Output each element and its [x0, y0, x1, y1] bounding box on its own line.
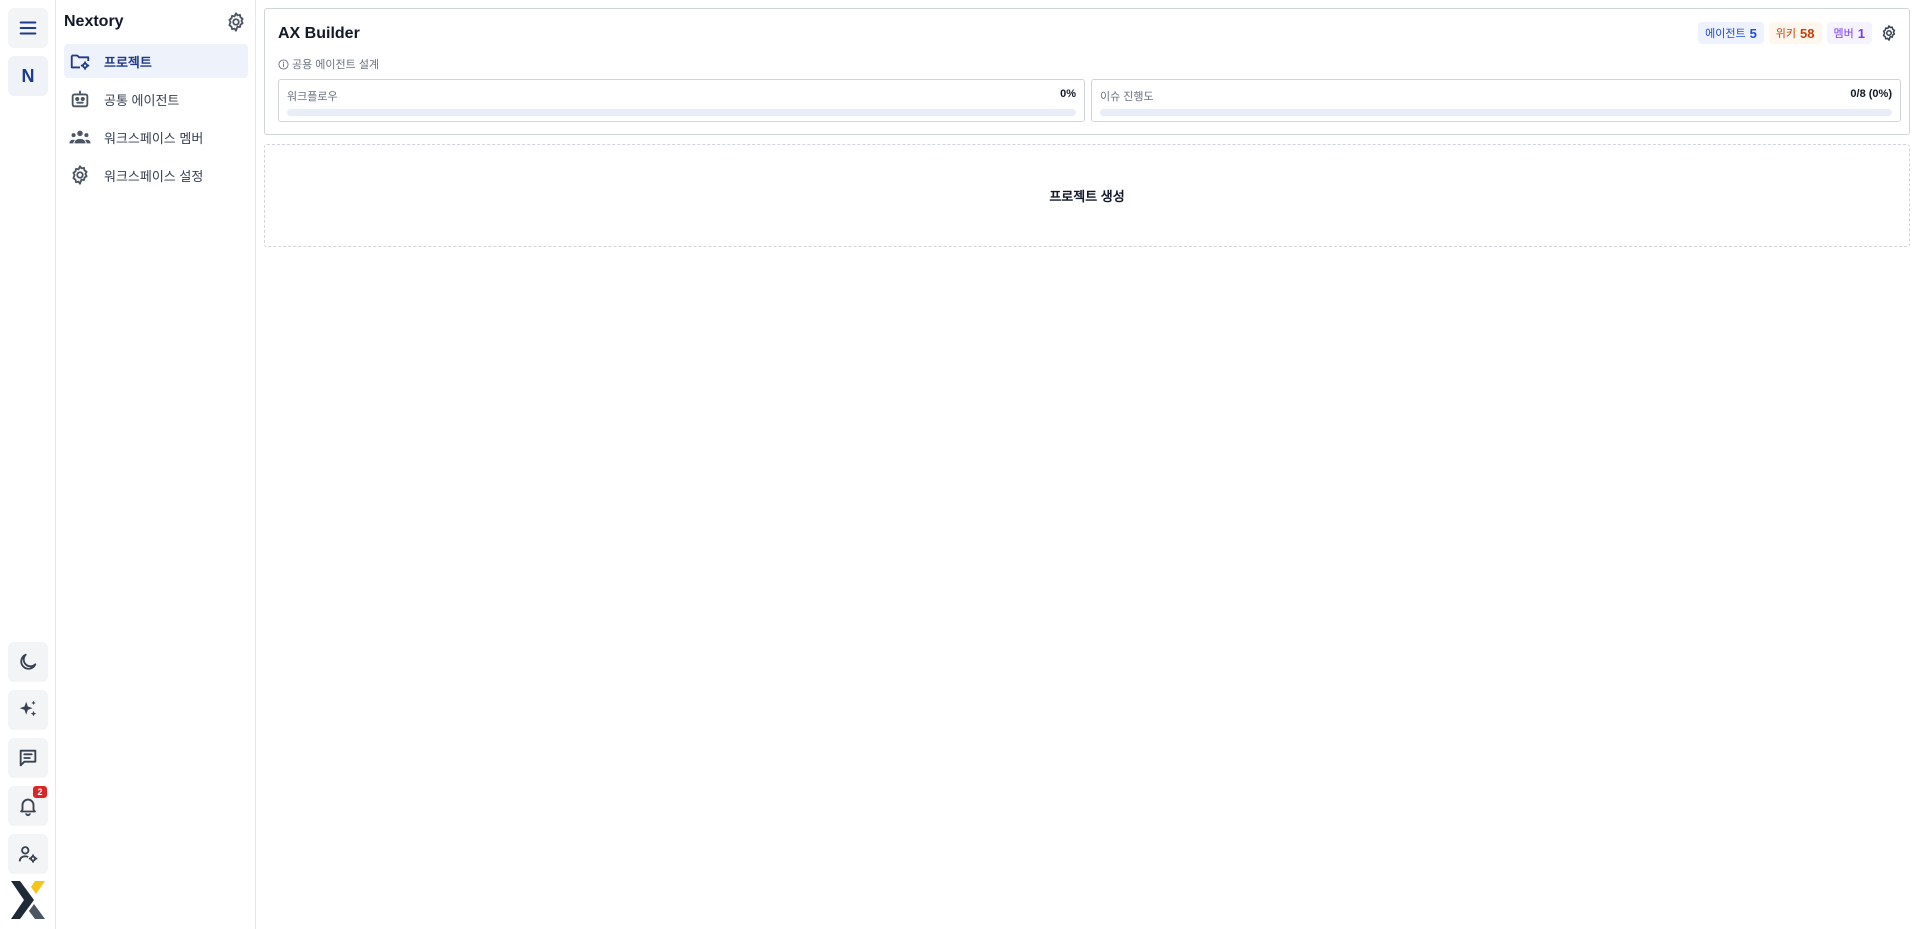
issue-progress-label: 이슈 진행도: [1100, 91, 1154, 103]
brand-logo-icon: [11, 881, 45, 919]
gear-icon: [1882, 25, 1896, 41]
moon-icon: [20, 653, 37, 670]
sidebar-item-common-agents[interactable]: 공통 에이전트: [64, 82, 248, 116]
project-description: 공용 에이전트 설계: [278, 56, 379, 72]
issue-progress-track: [1100, 109, 1892, 116]
bell-icon: [20, 798, 36, 817]
notifications-button[interactable]: 2: [8, 786, 48, 826]
account-settings-button[interactable]: [8, 834, 48, 874]
sidebar-item-workspace-members[interactable]: 워크스페이스 멤버: [64, 120, 248, 154]
hamburger-icon: [19, 21, 37, 35]
sidebar-item-projects[interactable]: 프로젝트: [64, 44, 248, 78]
folder-settings-icon: [68, 49, 92, 73]
sidebar-item-label: 프로젝트: [104, 54, 152, 70]
agents-chip-count: 5: [1749, 25, 1757, 41]
workspace-settings-button[interactable]: [224, 10, 248, 34]
project-description-text: 공용 에이전트 설계: [292, 59, 380, 71]
workspace-avatar[interactable]: N: [8, 56, 48, 96]
members-chip[interactable]: 멤버 1: [1826, 22, 1872, 44]
sidebar-item-label: 워크스페이스 멤버: [104, 130, 204, 146]
workflow-progress-value: 0%: [1060, 88, 1076, 100]
create-project-label: 프로젝트 생성: [1049, 189, 1125, 204]
gear-icon: [228, 12, 244, 32]
agents-chip-label: 에이전트: [1705, 28, 1746, 40]
issue-progress-value: 0/8 (0%): [1850, 88, 1892, 100]
main-content: AX Builder 공용 에이전트 설계 에이전트 5 위키 58 멤버 1 …: [256, 0, 1920, 929]
notification-badge: 2: [33, 786, 47, 798]
workspace-sidebar: Nextory 프로젝트 공통 에이전트 워크스페이스 멤버 워크스페이스 설정: [56, 0, 256, 929]
members-chip-count: 1: [1857, 25, 1865, 41]
app-rail: N 2: [0, 0, 56, 929]
project-card[interactable]: AX Builder 공용 에이전트 설계 에이전트 5 위키 58 멤버 1 …: [264, 8, 1910, 135]
sidebar-item-workspace-settings[interactable]: 워크스페이스 설정: [64, 158, 248, 192]
sidebar-item-label: 공통 에이전트: [104, 92, 180, 108]
group-icon: [68, 125, 92, 149]
agents-chip[interactable]: 에이전트 5: [1698, 22, 1764, 44]
issue-progress: 이슈 진행도 0/8 (0%): [1091, 79, 1901, 122]
workspace-name: Nextory: [64, 13, 124, 30]
workflow-progress-track: [287, 109, 1076, 116]
user-settings-icon: [18, 846, 38, 863]
sparkle-icon: [19, 700, 37, 717]
workflow-progress-label: 워크플로우: [287, 91, 338, 103]
wiki-chip-label: 위키: [1775, 28, 1797, 40]
project-title: AX Builder: [278, 25, 360, 42]
gear-icon: [68, 163, 92, 187]
sidebar-nav: 프로젝트 공통 에이전트 워크스페이스 멤버 워크스페이스 설정: [64, 44, 248, 196]
chat-icon: [19, 749, 37, 767]
create-project-button[interactable]: 프로젝트 생성: [264, 144, 1910, 247]
ai-assistant-button[interactable]: [8, 690, 48, 730]
menu-button[interactable]: [8, 8, 48, 48]
members-chip-label: 멤버: [1833, 28, 1854, 40]
project-settings-button[interactable]: [1879, 23, 1899, 43]
workflow-progress: 워크플로우 0%: [278, 79, 1085, 122]
sidebar-header: Nextory: [64, 10, 248, 34]
wiki-chip[interactable]: 위키 58: [1768, 22, 1822, 44]
theme-toggle-button[interactable]: [8, 642, 48, 682]
robot-icon: [68, 87, 92, 111]
sidebar-item-label: 워크스페이스 설정: [104, 168, 204, 184]
wiki-chip-count: 58: [1800, 25, 1815, 41]
chat-button[interactable]: [8, 738, 48, 778]
project-stats: 에이전트 5 위키 58 멤버 1: [1698, 22, 1899, 44]
info-icon: [278, 58, 289, 70]
